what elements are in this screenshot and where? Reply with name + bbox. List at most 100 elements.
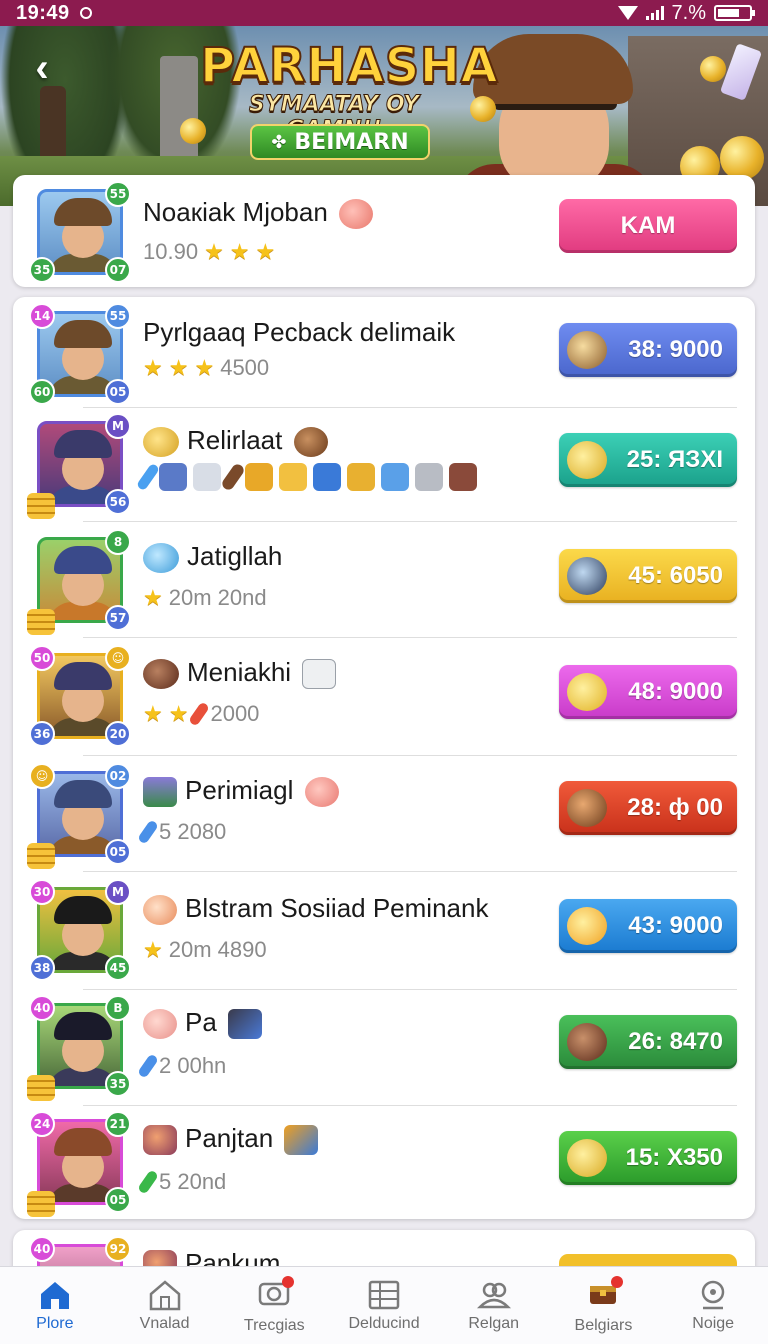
kam-button[interactable]: KAM [559, 199, 737, 253]
nav-tab-relgan[interactable]: Relgan [439, 1267, 549, 1344]
profile-icon [701, 1280, 725, 1309]
player-score: 5 2080 [159, 819, 227, 844]
item-icon-strip [135, 462, 477, 492]
battery-icon [714, 5, 755, 21]
avatar-wrap: ☺ 02 05 [27, 763, 131, 869]
reward-button[interactable]: 15: X350 [559, 1131, 737, 1185]
reward-button[interactable]: 25: ЯЗХІ [559, 433, 737, 487]
coin-stack-icon [27, 843, 55, 869]
player-name-text: Relirlaat [187, 425, 283, 455]
level-badge: 02 [105, 763, 131, 789]
treasure-icon [567, 789, 607, 827]
reward-button[interactable]: 28: ф 00 [559, 781, 737, 835]
tower-illustration [160, 56, 198, 166]
nav-tab-plore[interactable]: Plore [0, 1267, 110, 1344]
player-name-text: Blstram Sosiiad Peminank [185, 893, 489, 923]
row-divider [83, 1105, 737, 1106]
player-meta: 2 00hn [137, 1053, 227, 1079]
player-meta: ★ ★ ★ 4500 [143, 355, 269, 381]
reward-value: 26: 8470 [628, 1028, 723, 1055]
level-badge: 05 [105, 839, 131, 865]
avatar-wrap: 30 M 38 45 [29, 879, 131, 981]
level-badge: 50 [29, 645, 55, 671]
nav-tab-trecgias[interactable]: Trecgias [219, 1267, 329, 1344]
whale-icon [567, 557, 607, 595]
player-name: Perimiagl [143, 775, 339, 808]
reward-button[interactable]: 38: 9000 [559, 323, 737, 377]
banner-action-pill[interactable]: ✤ BEIMARN [250, 124, 430, 160]
player-list: 14 55 60 05 Pyrlgaaq Pecback delimaik ★ … [13, 297, 755, 1219]
player-meta: 5 2080 [137, 819, 227, 845]
avatar-wrap: 8 57 [27, 529, 131, 635]
shield-icon [313, 463, 341, 491]
coin-stack-icon [27, 493, 55, 519]
level-badge: 56 [105, 489, 131, 515]
player-score: 2 00hn [159, 1053, 227, 1078]
star-icon: ★ [168, 355, 189, 380]
star-icon: ★ [143, 937, 163, 962]
wand-icon [135, 462, 161, 492]
player-score: 5 20nd [159, 1169, 227, 1194]
bottom-navigation: Plore Vnalad Trecgias Delducind Relgan B… [0, 1266, 768, 1344]
nav-label: Noige [692, 1314, 735, 1332]
featured-name-text: Noaкiak Mjoban [143, 197, 328, 227]
gold-pot-icon [567, 673, 607, 711]
nav-label: Relgan [468, 1314, 520, 1332]
coin-stack-icon [27, 609, 55, 635]
reward-value: 43: 9000 [628, 912, 723, 939]
avatar-wrap: 40 B 35 [27, 995, 131, 1101]
player-name: Panjtan [143, 1123, 319, 1156]
nav-label: Trecgias [243, 1317, 305, 1334]
level-badge: 40 [29, 995, 55, 1021]
wand-icon [137, 819, 159, 845]
sun-creature-icon [567, 907, 607, 945]
reward-button[interactable]: 43: 9000 [559, 899, 737, 953]
reward-button[interactable]: 26: 8470 [559, 1015, 737, 1069]
stick-icon [220, 462, 246, 492]
coin-icon [143, 427, 179, 458]
level-badge: 21 [105, 1111, 131, 1137]
star-icon: ★ [229, 239, 250, 264]
row-divider [83, 989, 737, 990]
player-name: Jatigllah [143, 541, 282, 574]
wifi-icon [617, 6, 638, 20]
item-icon [415, 463, 443, 491]
player-name-text: Panjtan [185, 1123, 274, 1153]
reward-value: 28: ф 00 [627, 794, 723, 821]
nav-tab-delducind[interactable]: Delducind [329, 1267, 439, 1344]
featured-player-card[interactable]: 55 35 07 Noaкiak Mjoban 10.90 ★ ★ ★ KAM [13, 175, 755, 287]
reward-button[interactable]: 45: 6050 [559, 549, 737, 603]
level-badge: 35 [29, 257, 55, 283]
reward-value: 25: ЯЗХІ [626, 446, 723, 473]
coin-stack-icon [27, 1075, 55, 1101]
nav-tab-vnalad[interactable]: Vnalad [110, 1267, 220, 1344]
back-button[interactable]: ‹ [22, 46, 62, 90]
item-icon [159, 463, 187, 491]
player-meta: 5 20nd [137, 1169, 227, 1195]
level-badge: 55 [105, 303, 131, 329]
player-name: Meniakhi [143, 657, 337, 690]
nav-tab-belgiars[interactable]: Belgiars [549, 1267, 659, 1344]
player-name: Pyrlgaaq Pecback delimaik [143, 317, 456, 347]
portrait-icon [143, 777, 177, 808]
level-badge: 14 [29, 303, 55, 329]
creature-icon [143, 1125, 177, 1156]
notification-dot [282, 1276, 295, 1288]
grid-icon [368, 1280, 400, 1309]
nav-label: Vnalad [139, 1314, 190, 1332]
nav-tab-noige[interactable]: Noige [658, 1267, 768, 1344]
player-name-text: Pa [185, 1007, 217, 1037]
level-badge: 92 [105, 1236, 131, 1262]
star-icon: ★ [204, 239, 224, 264]
reward-value: 15: X350 [625, 1144, 723, 1171]
nav-label: Plore [36, 1314, 74, 1332]
star-icon: ★ [143, 585, 163, 610]
player-name-text: Perimiagl [185, 775, 294, 805]
player-name: Pa [143, 1007, 263, 1040]
reward-button[interactable]: 48: 9000 [559, 665, 737, 719]
house-outline-icon [149, 1279, 180, 1310]
row-divider [83, 521, 737, 522]
level-badge: 05 [105, 379, 131, 405]
signal-icon [645, 6, 664, 20]
wand-icon [137, 1053, 159, 1079]
